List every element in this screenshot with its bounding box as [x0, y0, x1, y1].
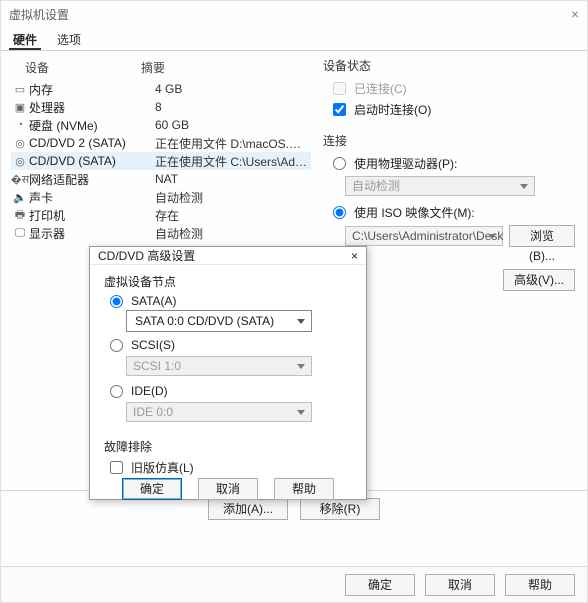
modal-help-button[interactable]: 帮助 — [274, 478, 334, 500]
ide-node-combo[interactable]: IDE 0:0 — [126, 402, 312, 422]
cddvd-advanced-dialog: CD/DVD 高级设置 × 虚拟设备节点 SATA(A) SATA 0:0 CD… — [89, 246, 367, 500]
scsi-option: SCSI(S) — [104, 338, 352, 352]
help-button[interactable]: 帮助 — [505, 574, 575, 596]
window-close-icon[interactable]: × — [571, 6, 579, 22]
cancel-button[interactable]: 取消 — [425, 574, 495, 596]
ide-label: IDE(D) — [131, 384, 168, 398]
tab-strip: 硬件 选项 — [1, 27, 587, 51]
sata-radio[interactable] — [110, 295, 123, 308]
scsi-node-combo[interactable]: SCSI 1:0 — [126, 356, 312, 376]
content-area: 设备 摘要 ▭ 内存 4 GB ▣ 处理器 8 ◔ 硬盘 (NVMe) 60 G… — [1, 51, 587, 566]
modal-titlebar: CD/DVD 高级设置 × — [90, 247, 366, 265]
modal-cancel-button[interactable]: 取消 — [198, 478, 258, 500]
sata-node-combo[interactable]: SATA 0:0 CD/DVD (SATA) — [126, 310, 312, 332]
modal-body: 虚拟设备节点 SATA(A) SATA 0:0 CD/DVD (SATA) SC… — [90, 265, 366, 478]
scsi-radio[interactable] — [110, 339, 123, 352]
legacy-checkbox[interactable] — [110, 461, 123, 474]
titlebar: 虚拟机设置 × — [1, 1, 587, 27]
modal-title: CD/DVD 高级设置 — [98, 247, 195, 264]
legacy-label: 旧版仿真(L) — [131, 459, 194, 476]
ok-button[interactable]: 确定 — [345, 574, 415, 596]
modal-layer: CD/DVD 高级设置 × 虚拟设备节点 SATA(A) SATA 0:0 CD… — [1, 51, 587, 566]
trouble-group-label: 故障排除 — [104, 438, 352, 455]
sata-option: SATA(A) — [104, 294, 352, 308]
sata-label: SATA(A) — [131, 294, 177, 308]
tab-options[interactable]: 选项 — [53, 27, 85, 50]
modal-ok-button[interactable]: 确定 — [122, 478, 182, 500]
ide-radio[interactable] — [110, 385, 123, 398]
window-title: 虚拟机设置 — [9, 6, 69, 23]
dialog-footer: 确定 取消 帮助 — [1, 566, 587, 602]
scsi-label: SCSI(S) — [131, 338, 175, 352]
modal-close-icon[interactable]: × — [351, 249, 358, 263]
tab-hardware[interactable]: 硬件 — [9, 27, 41, 50]
vm-settings-window: 虚拟机设置 × 硬件 选项 设备 摘要 ▭ 内存 4 GB ▣ 处理器 8 — [0, 0, 588, 603]
node-group-label: 虚拟设备节点 — [104, 273, 352, 290]
legacy-row: 旧版仿真(L) — [104, 459, 352, 476]
modal-footer: 确定 取消 帮助 — [90, 478, 366, 504]
ide-option: IDE(D) — [104, 384, 352, 398]
